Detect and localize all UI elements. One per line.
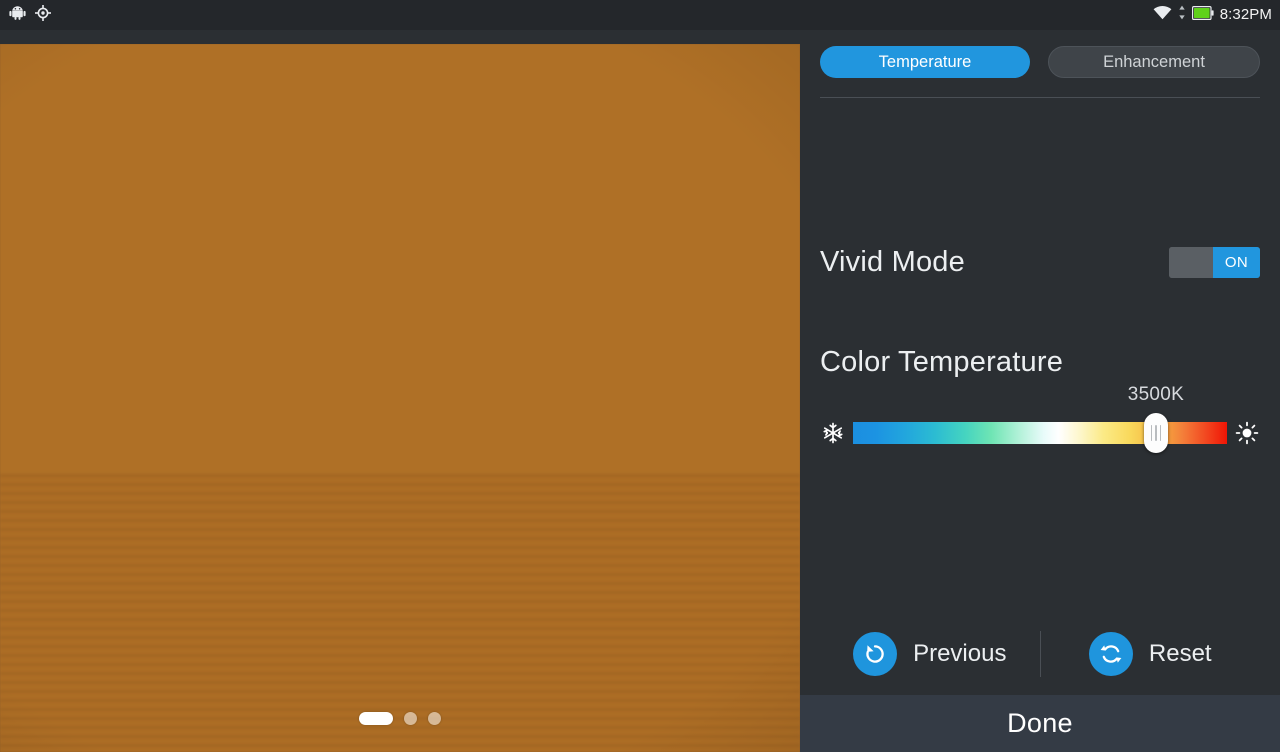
previous-button[interactable]: Previous: [820, 632, 1040, 676]
color-temperature-slider[interactable]: [819, 413, 1261, 453]
color-temperature-title: Color Temperature: [820, 346, 1064, 378]
grip-line: [1159, 425, 1162, 441]
action-row: Previous Reset: [820, 622, 1260, 686]
reset-button[interactable]: Reset: [1041, 632, 1261, 676]
grip-line: [1150, 425, 1153, 441]
device-screen: 8:32PM Temperature Enhancement Vivid Mod…: [0, 0, 1280, 752]
data-transfer-arrows-icon: [1178, 5, 1186, 25]
vivid-mode-label: Vivid Mode: [820, 245, 965, 278]
status-bar: 8:32PM: [0, 0, 1280, 30]
snowflake-icon: [819, 419, 847, 447]
status-bar-clock: 8:32PM: [1219, 6, 1272, 23]
image-preview[interactable]: [0, 44, 800, 752]
android-robot-icon: [9, 5, 26, 25]
slider-track[interactable]: [853, 413, 1227, 453]
sun-icon: [1233, 419, 1261, 447]
page-dot-2[interactable]: [404, 712, 417, 725]
done-label: Done: [1007, 708, 1073, 738]
done-button[interactable]: Done: [800, 695, 1280, 752]
color-temperature-value: 3500K: [1127, 384, 1185, 405]
status-bar-left-icons: [0, 4, 51, 26]
reset-label: Reset: [1148, 640, 1212, 667]
refresh-arrows-icon: [1088, 632, 1133, 676]
battery-icon: [1191, 5, 1214, 25]
tab-enhancement[interactable]: Enhancement: [1048, 46, 1260, 78]
slider-handle[interactable]: [1143, 413, 1168, 453]
vivid-mode-toggle[interactable]: ON: [1169, 246, 1260, 278]
page-dot-3[interactable]: [428, 712, 441, 725]
tab-bar: Temperature Enhancement: [820, 46, 1260, 78]
page-dot-1[interactable]: [359, 712, 393, 725]
tab-divider: [820, 97, 1260, 98]
grip-line: [1155, 425, 1157, 441]
previous-label: Previous: [913, 640, 1007, 667]
status-bar-right-icons: 8:32PM: [1153, 5, 1280, 25]
page-indicator[interactable]: [0, 712, 800, 725]
wifi-icon: [1153, 5, 1172, 25]
vivid-mode-row: Vivid Mode ON: [820, 242, 1260, 282]
settings-panel: Temperature Enhancement Vivid Mode ON Co…: [800, 30, 1280, 752]
temperature-gradient: [853, 422, 1227, 444]
berries-photo: [0, 44, 800, 752]
toggle-state-label: ON: [1213, 246, 1260, 278]
gps-crosshair-icon: [35, 4, 51, 26]
undo-arrow-icon: [853, 632, 898, 676]
tab-temperature[interactable]: Temperature: [820, 46, 1030, 78]
toggle-track: [1169, 246, 1213, 278]
